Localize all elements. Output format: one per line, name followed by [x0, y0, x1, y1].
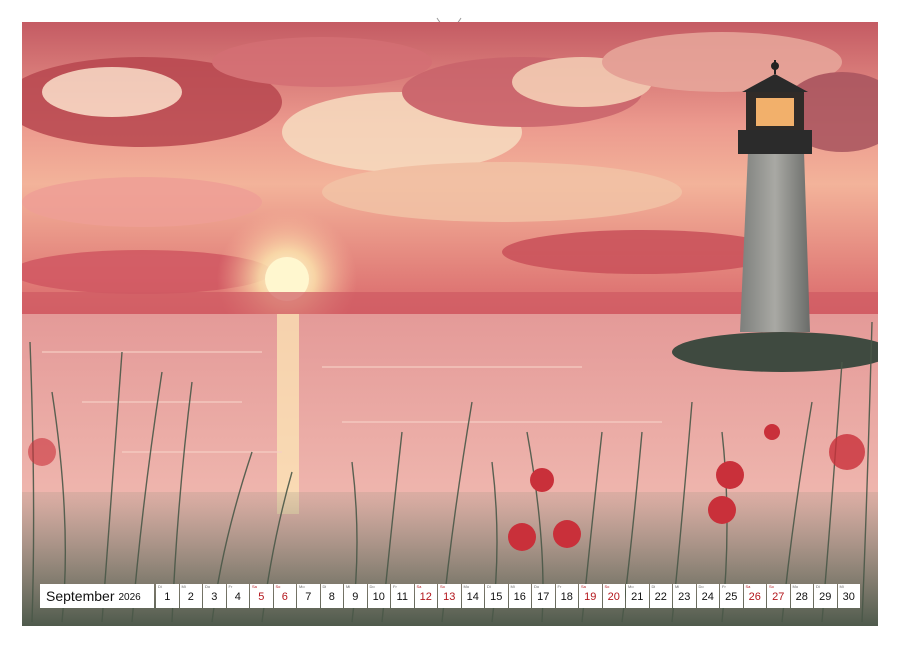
weekday-abbr: Mo: [463, 584, 470, 589]
day-cell: Fr 25: [720, 584, 743, 608]
day-number: 30: [842, 591, 855, 603]
weekday-abbr: Mo: [628, 584, 634, 589]
day-number: 3: [211, 591, 218, 603]
day-cell: Fr 4: [226, 584, 249, 608]
day-cell: Mi 9: [344, 584, 367, 608]
day-number: 25: [725, 591, 738, 603]
day-cell: Di 22: [649, 584, 672, 608]
day-cells: Di 1 Mi 2 Do 3 Fr 4 Sa 5 So 6 Mo 7 Di 8 Mi 9 Do 10 Fr 11 Sa 12 S…: [156, 584, 860, 608]
day-cell: Fr 18: [555, 584, 578, 608]
weekday-abbr: Mo: [299, 584, 305, 589]
day-number: 2: [187, 591, 194, 603]
month-label: September 2026: [40, 584, 154, 608]
weekday-abbr: Di: [487, 584, 491, 589]
weekday-abbr: Di: [651, 584, 656, 589]
day-cell: Sa 26: [743, 584, 766, 608]
weekday-abbr: Mi: [839, 584, 844, 589]
day-cell: Sa 19: [579, 584, 602, 608]
day-number: 7: [305, 591, 312, 603]
day-number: 13: [443, 591, 456, 603]
day-number: 21: [631, 591, 644, 603]
day-number: 9: [352, 591, 359, 603]
day-cell: Di 8: [320, 584, 343, 608]
weekday-abbr: Do: [205, 584, 211, 589]
day-cell: Di 1: [156, 584, 179, 608]
weekday-abbr: Fr: [557, 584, 562, 589]
weekday-abbr: So: [275, 584, 281, 589]
day-cell: So 27: [767, 584, 790, 608]
lighthouse-sunset-painting: [22, 22, 878, 626]
day-number: 22: [654, 591, 667, 603]
weekday-abbr: So: [769, 584, 774, 589]
day-cell: Do 3: [203, 584, 226, 608]
day-number: 15: [490, 591, 503, 603]
day-number: 14: [466, 591, 479, 603]
calendar-strip: September 2026 Di 1 Mi 2 Do 3 Fr 4 Sa 5 So 6 Mo 7 Di 8 M…: [40, 584, 860, 608]
day-number: 29: [819, 591, 832, 603]
day-number: 27: [772, 591, 785, 603]
day-cell: So 6: [273, 584, 296, 608]
day-number: 10: [372, 591, 385, 603]
day-cell: Mo 14: [461, 584, 484, 608]
day-number: 4: [234, 591, 241, 603]
day-cell: Mo 7: [297, 584, 320, 608]
weekday-abbr: Di: [816, 584, 820, 589]
month-year: 2026: [118, 591, 141, 603]
calendar-artwork: [22, 22, 878, 626]
day-number: 23: [678, 591, 691, 603]
weekday-abbr: Mi: [510, 584, 515, 589]
weekday-abbr: Di: [322, 584, 327, 589]
day-number: 24: [701, 591, 714, 603]
day-number: 19: [584, 591, 597, 603]
day-number: 6: [281, 591, 288, 603]
day-number: 26: [748, 591, 761, 603]
day-cell: Mi 30: [837, 584, 860, 608]
day-cell: Mo 21: [626, 584, 649, 608]
day-number: 28: [795, 591, 808, 603]
month-name: September: [46, 588, 115, 604]
day-cell: Di 29: [814, 584, 837, 608]
weekday-abbr: Mi: [675, 584, 680, 589]
weekday-abbr: So: [440, 584, 445, 589]
day-cell: Mi 23: [673, 584, 696, 608]
weekday-abbr: Mi: [346, 584, 351, 589]
weekday-abbr: Mi: [181, 584, 186, 589]
weekday-abbr: Do: [369, 584, 375, 589]
day-number: 20: [607, 591, 620, 603]
weekday-abbr: Sa: [745, 584, 751, 589]
day-cell: Do 24: [696, 584, 719, 608]
day-number: 11: [396, 591, 408, 603]
weekday-abbr: Sa: [252, 584, 257, 589]
weekday-abbr: So: [604, 584, 610, 589]
day-number: 8: [328, 591, 335, 603]
weekday-abbr: Fr: [393, 584, 397, 589]
lighthouse: [738, 60, 812, 332]
day-cell: Do 17: [532, 584, 555, 608]
day-number: 17: [537, 591, 550, 603]
weekday-abbr: Mo: [792, 584, 799, 589]
day-number: 5: [258, 591, 265, 603]
day-cell: Mi 16: [508, 584, 531, 608]
day-number: 18: [560, 591, 573, 603]
day-cell: Sa 5: [250, 584, 273, 608]
day-cell: So 13: [438, 584, 461, 608]
weekday-abbr: Do: [698, 584, 704, 589]
day-cell: Mi 2: [179, 584, 202, 608]
day-cell: Do 10: [367, 584, 390, 608]
day-cell: So 20: [602, 584, 625, 608]
day-number: 16: [513, 591, 526, 603]
day-cell: Di 15: [485, 584, 508, 608]
day-cell: Sa 12: [414, 584, 437, 608]
day-number: 1: [164, 591, 171, 603]
weekday-abbr: Di: [158, 584, 162, 589]
day-number: 12: [419, 591, 432, 603]
weekday-abbr: Sa: [416, 584, 422, 589]
weekday-abbr: Sa: [581, 584, 586, 589]
weekday-abbr: Do: [534, 584, 540, 589]
weekday-abbr: Fr: [722, 584, 726, 589]
weekday-abbr: Fr: [228, 584, 233, 589]
day-cell: Mo 28: [790, 584, 813, 608]
day-cell: Fr 11: [391, 584, 414, 608]
